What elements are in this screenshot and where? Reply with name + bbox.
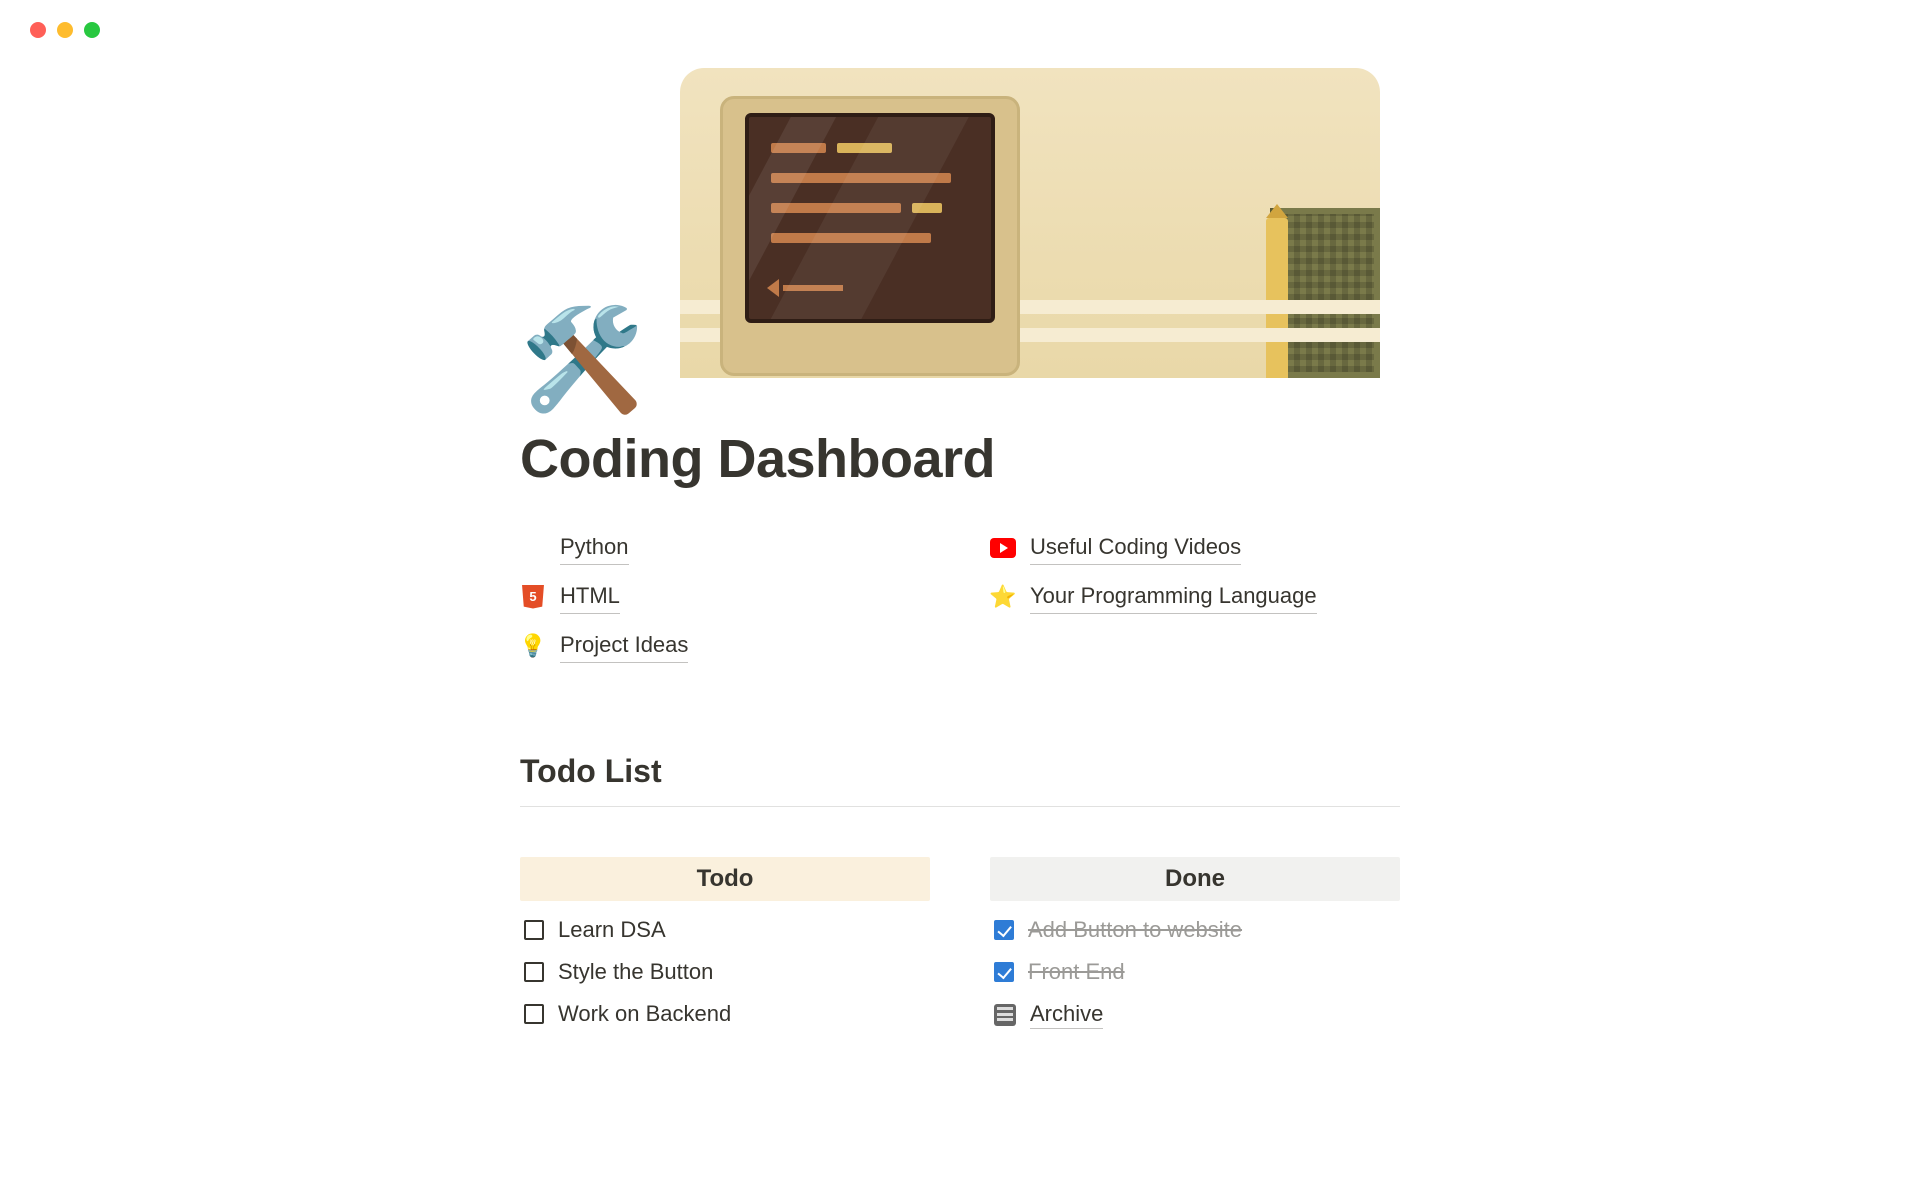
page-link-html[interactable]: HTML [520, 579, 930, 614]
page-link-archive[interactable]: Archive [990, 993, 1400, 1037]
checkbox-unchecked[interactable] [524, 962, 544, 982]
todo-item[interactable]: Learn DSA [520, 909, 930, 951]
page-icon[interactable]: 🛠️ [520, 310, 1400, 410]
checkbox-unchecked[interactable] [524, 920, 544, 940]
todo-item[interactable]: Work on Backend [520, 993, 930, 1035]
column-header-done[interactable]: Done [990, 857, 1400, 901]
page-links: Python HTML 💡 Project Ideas Useful Codin… [520, 530, 1400, 663]
links-column-right: Useful Coding Videos ⭐ Your Programming … [990, 530, 1400, 663]
done-item-label: Add Button to website [1028, 917, 1242, 943]
page-link-python[interactable]: Python [520, 530, 930, 565]
checkbox-checked[interactable] [994, 920, 1014, 940]
todo-columns: Todo Learn DSA Style the Button Work on … [520, 857, 1400, 1037]
youtube-icon [990, 535, 1016, 561]
page-link-useful-videos[interactable]: Useful Coding Videos [990, 530, 1400, 565]
todo-item-label: Work on Backend [558, 1001, 731, 1027]
page-link-label: Useful Coding Videos [1030, 530, 1241, 565]
window-controls [0, 0, 1920, 38]
done-item[interactable]: Front End [990, 951, 1400, 993]
page-link-programming-language[interactable]: ⭐ Your Programming Language [990, 579, 1400, 614]
page-link-label: Your Programming Language [1030, 579, 1317, 614]
column-todo: Todo Learn DSA Style the Button Work on … [520, 857, 930, 1037]
checkbox-checked[interactable] [994, 962, 1014, 982]
page-link-label: HTML [560, 579, 620, 614]
todo-item-label: Learn DSA [558, 917, 666, 943]
archive-label: Archive [1030, 1001, 1103, 1029]
page-link-project-ideas[interactable]: 💡 Project Ideas [520, 628, 930, 663]
column-header-todo[interactable]: Todo [520, 857, 930, 901]
done-item-label: Front End [1028, 959, 1125, 985]
todo-item[interactable]: Style the Button [520, 951, 930, 993]
window-minimize-button[interactable] [57, 22, 73, 38]
links-column-left: Python HTML 💡 Project Ideas [520, 530, 930, 663]
window-close-button[interactable] [30, 22, 46, 38]
column-done: Done Add Button to website Front End Arc… [990, 857, 1400, 1037]
todo-item-label: Style the Button [558, 959, 713, 985]
star-icon: ⭐ [990, 584, 1016, 610]
page-title[interactable]: Coding Dashboard [520, 428, 1400, 490]
window-maximize-button[interactable] [84, 22, 100, 38]
page-link-label: Python [560, 530, 629, 565]
html5-icon [520, 584, 546, 610]
page-link-label: Project Ideas [560, 628, 688, 663]
lightbulb-icon: 💡 [520, 633, 546, 659]
divider [520, 806, 1400, 807]
section-heading-todo-list[interactable]: Todo List [520, 753, 1400, 790]
archive-icon [994, 1004, 1016, 1026]
checkbox-unchecked[interactable] [524, 1004, 544, 1024]
done-item[interactable]: Add Button to website [990, 909, 1400, 951]
